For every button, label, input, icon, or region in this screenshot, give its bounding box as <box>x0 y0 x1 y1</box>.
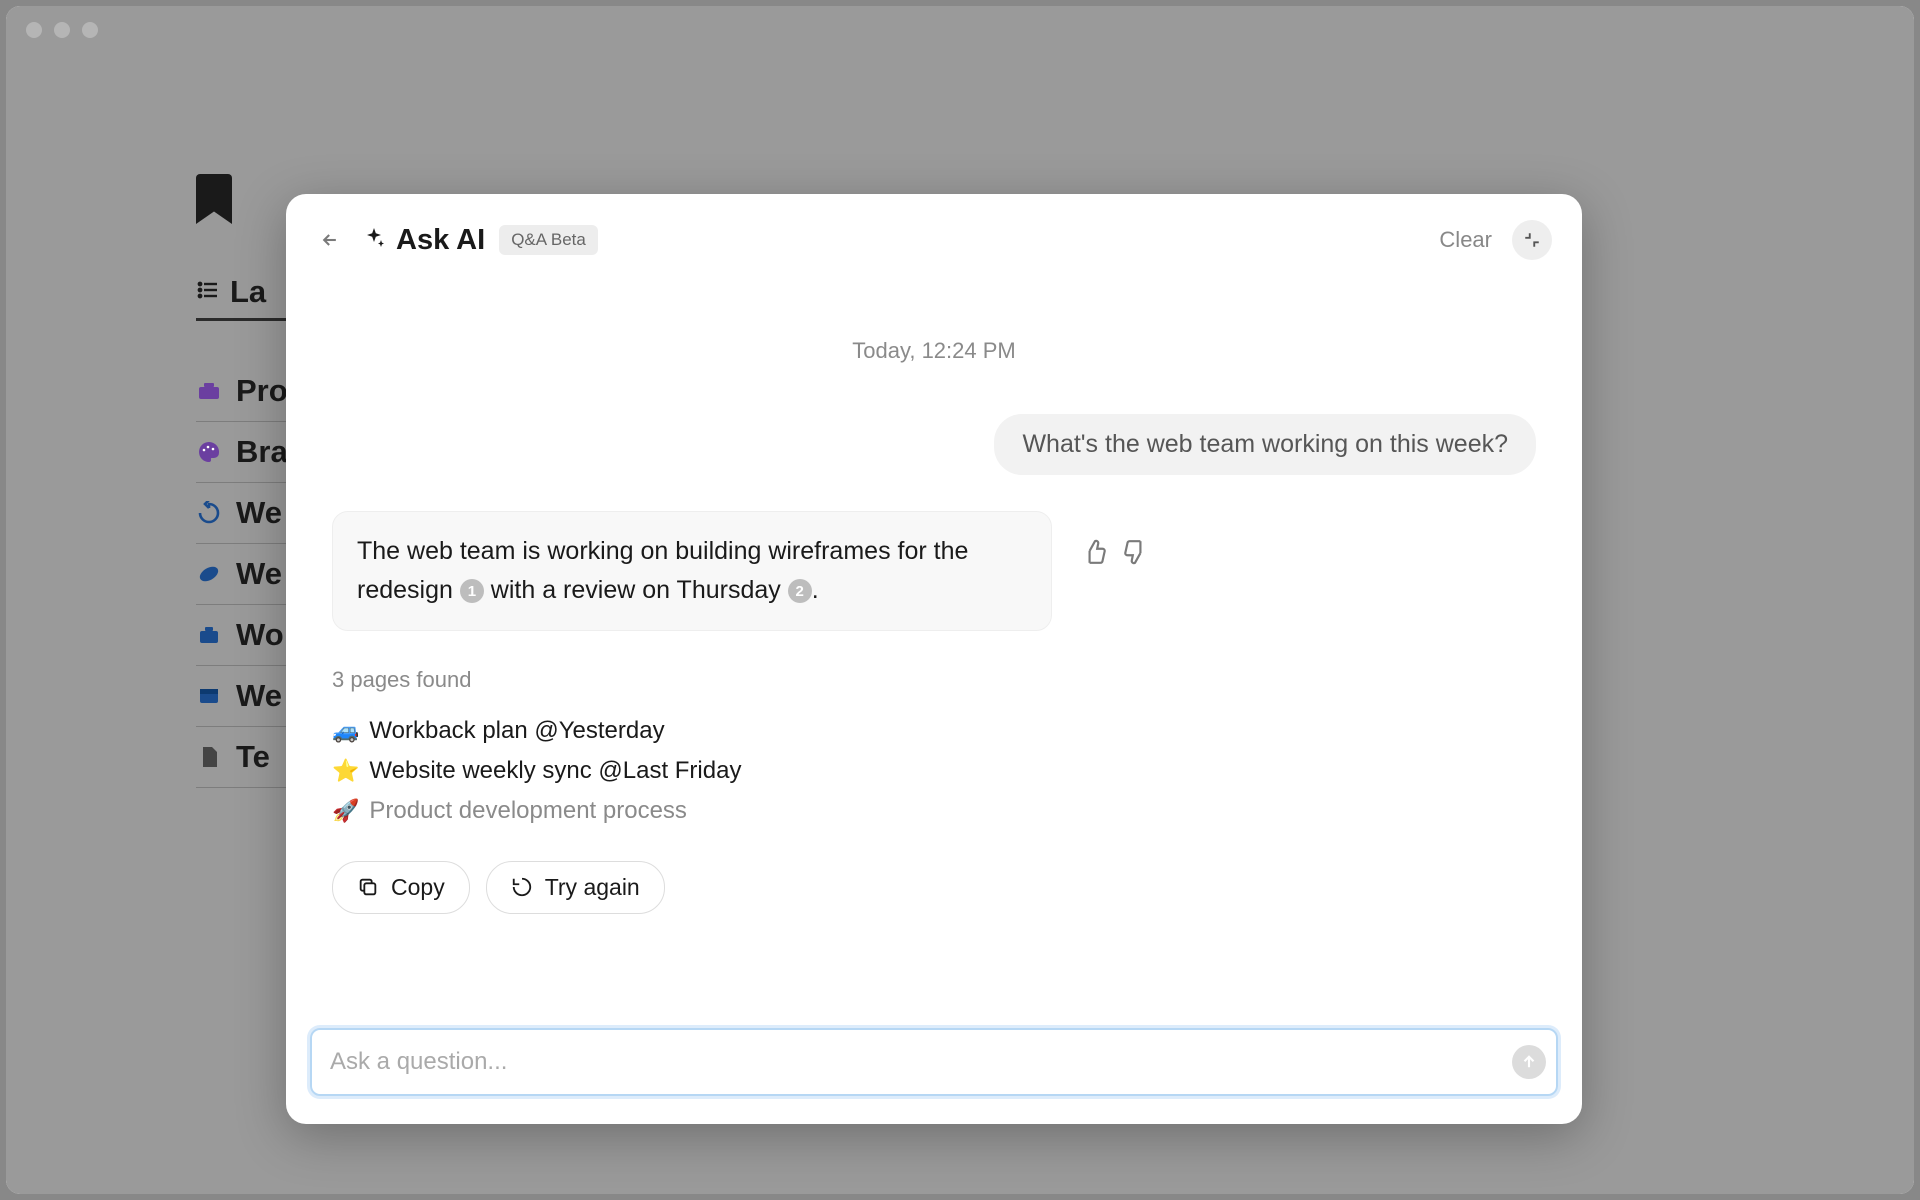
bookmark-icon <box>196 174 232 224</box>
source-item[interactable]: 🚀 Product development process <box>332 791 1536 831</box>
action-row: Copy Try again <box>332 861 1536 914</box>
citation-badge-2[interactable]: 2 <box>788 579 812 603</box>
palette-icon <box>196 439 222 465</box>
ask-ai-modal: Ask AI Q&A Beta Clear Today, 12:24 PM Wh… <box>286 194 1582 1124</box>
star-emoji-icon: ⭐ <box>332 758 359 784</box>
copy-button[interactable]: Copy <box>332 861 470 914</box>
question-input-container <box>310 1028 1558 1096</box>
modal-footer <box>286 1006 1582 1124</box>
source-item[interactable]: ⭐ Website weekly sync @Last Friday <box>332 751 1536 791</box>
source-title: Website weekly sync @Last Friday <box>369 757 741 785</box>
window-icon <box>196 683 222 709</box>
thumbs-down-button[interactable] <box>1122 539 1148 570</box>
traffic-light-close[interactable] <box>26 22 42 38</box>
rocket-emoji-icon: 🚀 <box>332 798 359 824</box>
try-again-button[interactable]: Try again <box>486 861 665 914</box>
ai-response-text: . <box>812 576 819 604</box>
app-window: La Pro Bra We <box>6 6 1914 1194</box>
list-item-label: We <box>236 556 282 592</box>
list-item-label: We <box>236 678 282 714</box>
thumbs-up-button[interactable] <box>1082 539 1108 570</box>
list-item[interactable]: Pro <box>196 361 296 422</box>
list-item[interactable]: Bra <box>196 422 296 483</box>
list-item-label: We <box>236 495 282 531</box>
list-item[interactable]: We <box>196 483 296 544</box>
collapse-button[interactable] <box>1512 220 1552 260</box>
beta-badge: Q&A Beta <box>499 225 598 255</box>
view-tab-label: La <box>230 274 266 310</box>
window-titlebar <box>6 6 1914 54</box>
back-button[interactable] <box>316 226 344 254</box>
list-item[interactable]: Te <box>196 727 296 788</box>
conversation-timestamp: Today, 12:24 PM <box>332 338 1536 364</box>
list-item[interactable]: We <box>196 666 296 727</box>
modal-title: Ask AI <box>396 224 485 257</box>
list-icon <box>196 274 220 310</box>
source-item[interactable]: 🚙 Workback plan @Yesterday <box>332 711 1536 751</box>
undo-icon <box>196 500 222 526</box>
dimmed-backdrop: La Pro Bra We <box>6 54 1914 1194</box>
feedback-controls <box>1082 511 1148 570</box>
clear-button[interactable]: Clear <box>1439 227 1492 253</box>
send-button[interactable] <box>1512 1045 1546 1079</box>
ai-response-text: with a review on Thursday <box>484 576 788 604</box>
list-item[interactable]: Wo <box>196 605 296 666</box>
football-icon <box>196 561 222 587</box>
pages-found-label: 3 pages found <box>332 667 1536 693</box>
sparkle-icon <box>362 226 386 255</box>
list-item-label: Wo <box>236 617 284 653</box>
question-input[interactable] <box>326 1034 1512 1090</box>
modal-body: Today, 12:24 PM What's the web team work… <box>286 278 1582 1006</box>
briefcase-icon <box>196 622 222 648</box>
modal-header: Ask AI Q&A Beta Clear <box>286 194 1582 278</box>
list-item-label: Pro <box>236 373 288 409</box>
toolbox-icon <box>196 378 222 404</box>
copy-label: Copy <box>391 874 445 901</box>
source-title: Product development process <box>369 797 687 825</box>
citation-badge-1[interactable]: 1 <box>460 579 484 603</box>
user-message: What's the web team working on this week… <box>994 414 1536 475</box>
view-tab[interactable]: La <box>196 274 286 321</box>
traffic-light-zoom[interactable] <box>82 22 98 38</box>
traffic-light-minimize[interactable] <box>54 22 70 38</box>
source-title: Workback plan @Yesterday <box>369 717 664 745</box>
list-item-label: Bra <box>236 434 288 470</box>
ai-response: The web team is working on building wire… <box>332 511 1052 631</box>
try-again-label: Try again <box>545 874 640 901</box>
car-emoji-icon: 🚙 <box>332 718 359 744</box>
list-item-label: Te <box>236 739 270 775</box>
file-icon <box>196 744 222 770</box>
list-item[interactable]: We <box>196 544 296 605</box>
